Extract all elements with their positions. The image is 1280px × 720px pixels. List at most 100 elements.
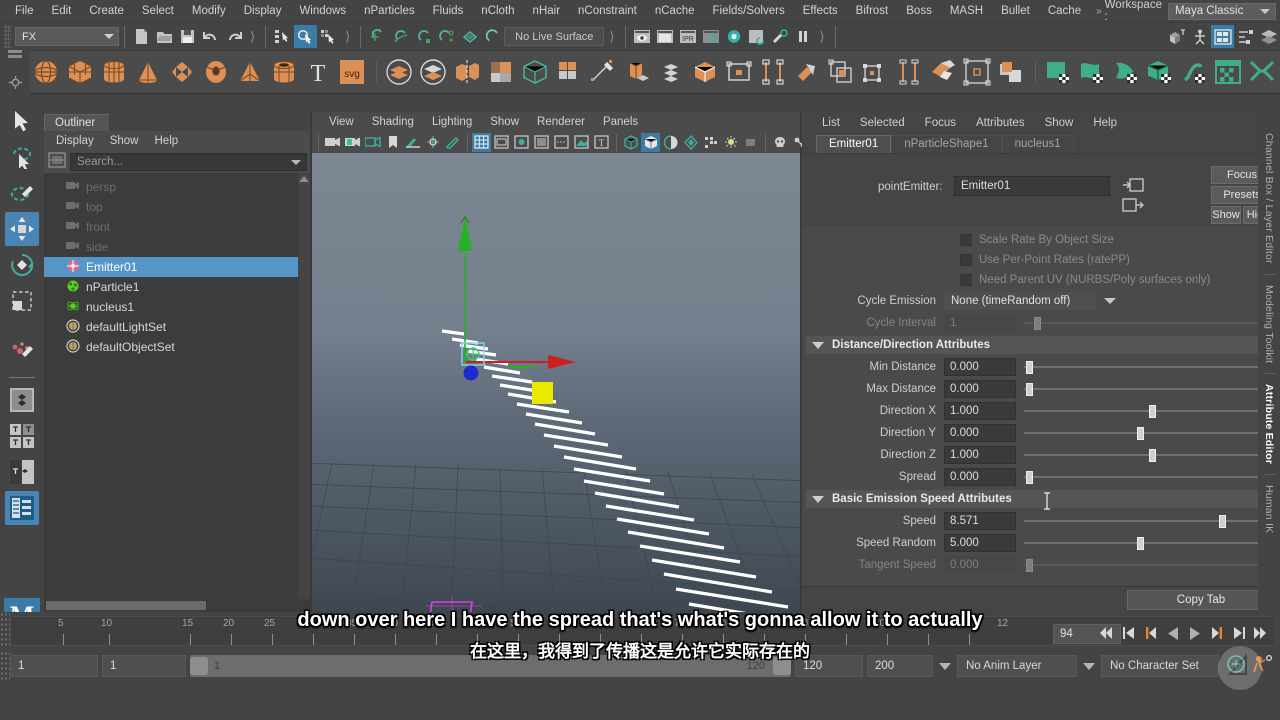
mirror-icon[interactable]	[553, 57, 584, 88]
range-slider[interactable]: 1 120	[190, 655, 791, 677]
shaded-wireframe-icon[interactable]	[661, 133, 680, 152]
list-item-nucleus1[interactable]: nucleus1	[44, 297, 310, 317]
emitter-center-handle[interactable]	[460, 341, 498, 387]
paint-select-tool[interactable]	[5, 176, 39, 210]
chevron-down-icon[interactable]	[1083, 662, 1095, 670]
bevel-icon[interactable]	[655, 57, 686, 88]
uv-editor-icon[interactable]	[1212, 57, 1243, 88]
status-line-grip[interactable]	[4, 24, 11, 49]
scrollbar-thumb[interactable]	[46, 601, 206, 610]
attr-slider[interactable]	[1024, 512, 1265, 530]
open-channel-box-icon[interactable]	[1257, 25, 1280, 48]
viewport-menu-view[interactable]: View	[320, 116, 363, 128]
checkbox-scale-rate[interactable]	[960, 234, 972, 246]
make-live-icon[interactable]	[481, 25, 504, 48]
menu-mash[interactable]: MASH	[941, 0, 992, 22]
texture-icon[interactable]: T	[592, 133, 611, 152]
nurbs-plane-icon[interactable]	[927, 57, 958, 88]
live-surface-field[interactable]: No Live Surface	[504, 27, 605, 46]
select-by-object-icon[interactable]	[294, 25, 318, 48]
chevron-down-icon[interactable]	[939, 662, 951, 670]
chevron-down-icon[interactable]	[1104, 298, 1116, 304]
uv-planar-icon[interactable]	[1042, 57, 1073, 88]
uv-spherical-icon[interactable]	[1110, 57, 1141, 88]
redo-icon[interactable]	[222, 25, 245, 48]
transform-icon[interactable]	[859, 57, 890, 88]
grease-pencil-icon[interactable]	[443, 133, 462, 152]
extract-icon[interactable]	[451, 57, 482, 88]
snap-to-curve-icon[interactable]	[389, 25, 412, 48]
slider-handle[interactable]	[1026, 559, 1034, 572]
ae-menu-focus[interactable]: Focus	[915, 117, 966, 129]
two-d-pan-zoom-icon[interactable]	[423, 133, 442, 152]
hypershade-icon[interactable]	[723, 25, 746, 48]
range-start-input[interactable]: 1	[102, 655, 186, 677]
uv-cylindrical-icon[interactable]	[1076, 57, 1107, 88]
rtab-attribute-editor[interactable]: Attribute Editor	[1263, 377, 1275, 471]
select-tool[interactable]	[5, 104, 39, 138]
ae-menu-selected[interactable]: Selected	[850, 117, 915, 129]
attr-slider[interactable]	[1024, 534, 1265, 552]
nurbs-patch-icon[interactable]	[995, 57, 1026, 88]
slider-handle[interactable]	[1219, 515, 1227, 528]
menu-windows[interactable]: Windows	[290, 0, 355, 22]
input-connection-icon[interactable]	[1122, 177, 1144, 193]
checkbox-need-parent-uv[interactable]	[960, 274, 972, 286]
go-to-end-icon[interactable]	[1252, 623, 1269, 643]
attr-input[interactable]: 0.000	[944, 424, 1016, 442]
resolution-gate-icon[interactable]	[512, 133, 531, 152]
menu-ncache[interactable]: nCache	[646, 0, 704, 22]
ae-menu-attributes[interactable]: Attributes	[966, 117, 1035, 129]
attr-slider[interactable]	[1024, 446, 1265, 464]
anim-end-input[interactable]: 200	[867, 655, 933, 677]
cycle-emission-select[interactable]: None (timeRandom off)	[944, 292, 1096, 310]
list-item-defaultobjectset[interactable]: defaultObjectSet	[44, 337, 310, 357]
snap-to-view-plane-icon[interactable]	[458, 25, 481, 48]
collapse-arrow-icon[interactable]: ⟩	[604, 29, 619, 45]
section-header-basic-emission-speed[interactable]: Basic Emission Speed Attributes	[806, 490, 1265, 508]
slider-handle[interactable]	[1026, 383, 1034, 396]
toon-shading-icon[interactable]	[769, 25, 792, 48]
open-attribute-editor-icon[interactable]	[1211, 25, 1234, 48]
attr-input[interactable]: 0.000	[944, 556, 1016, 574]
collapse-arrow-icon[interactable]: ⟩	[340, 29, 355, 45]
tab-nparticleshape1[interactable]: nParticleShape1	[891, 135, 1002, 153]
rotate-tool[interactable]	[5, 248, 39, 282]
go-to-start-icon[interactable]	[1098, 623, 1115, 643]
uv-contour-icon[interactable]	[1178, 57, 1209, 88]
menu-display[interactable]: Display	[235, 0, 291, 22]
menu-edit[interactable]: Edit	[43, 0, 81, 22]
uv-automatic-icon[interactable]	[1144, 57, 1175, 88]
grid-toggle-icon[interactable]	[472, 132, 491, 152]
character-set-select[interactable]: No Character Set	[1101, 655, 1219, 677]
outliner-horizontal-scrollbar[interactable]	[44, 599, 310, 612]
ae-menu-show[interactable]: Show	[1035, 117, 1084, 129]
poly-cylinder-icon[interactable]	[98, 57, 129, 88]
shelf-settings-icon[interactable]	[8, 75, 23, 95]
checkbox-row[interactable]: Use Per-Point Rates (ratePP)	[802, 250, 1279, 270]
range-slider-left-knob[interactable]	[190, 657, 208, 675]
range-end-input[interactable]: 120	[795, 655, 863, 677]
smooth-shading-icon[interactable]	[641, 132, 660, 152]
attr-slider[interactable]	[1024, 556, 1265, 574]
render-settings-icon[interactable]	[700, 25, 723, 48]
open-hypergraph-icon[interactable]	[1165, 25, 1188, 48]
attr-input[interactable]: 0.000	[944, 380, 1016, 398]
wedge-icon[interactable]	[757, 57, 788, 88]
poly-platonic-icon[interactable]	[166, 57, 197, 88]
menu-set-select[interactable]: FX	[15, 27, 119, 46]
select-by-component-icon[interactable]	[317, 25, 340, 48]
snap-to-grid-icon[interactable]	[366, 25, 389, 48]
uv-unfold-icon[interactable]	[1246, 57, 1277, 88]
outliner-menu-show[interactable]: Show	[102, 135, 147, 147]
chevron-down-icon[interactable]	[291, 160, 301, 165]
menu-modify[interactable]: Modify	[183, 0, 235, 22]
anim-start-input[interactable]: 1	[10, 655, 98, 677]
menu-nhair[interactable]: nHair	[524, 0, 569, 22]
collapse-arrow-icon[interactable]: ⟩	[815, 29, 830, 45]
menu-create[interactable]: Create	[80, 0, 133, 22]
screen-space-ao-icon[interactable]	[741, 133, 760, 152]
render-view-icon[interactable]	[631, 25, 654, 48]
checkbox-per-point-rates[interactable]	[960, 254, 972, 266]
poly-pyramid-icon[interactable]	[234, 57, 265, 88]
